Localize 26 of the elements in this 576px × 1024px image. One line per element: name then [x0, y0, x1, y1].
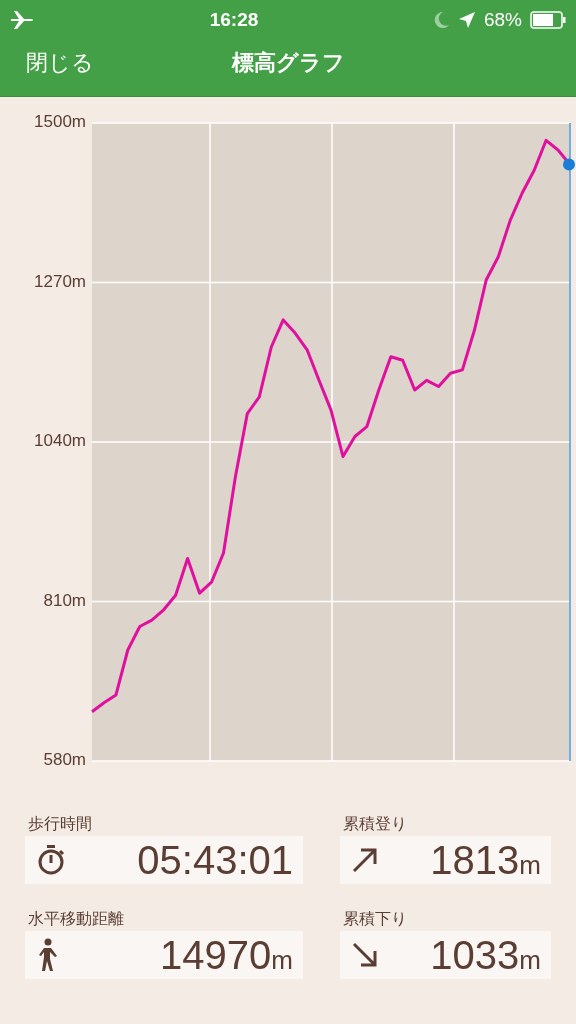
close-button[interactable]: 閉じる — [26, 48, 94, 78]
down-right-arrow-icon — [352, 942, 378, 968]
axis-label: 580m — [43, 750, 86, 770]
stat-value: 14970m — [160, 932, 293, 978]
stopwatch-icon — [37, 844, 65, 876]
stat-value: 1813m — [430, 837, 541, 883]
airplane-icon — [10, 10, 34, 30]
axis-label: 1500m — [34, 112, 86, 132]
location-arrow-icon — [457, 11, 476, 29]
axis-label: 810m — [43, 591, 86, 610]
battery-percent: 68% — [483, 9, 522, 31]
stat-value: 05:43:01 — [137, 837, 293, 883]
axis-label: 1270m — [34, 272, 86, 291]
moon-icon — [433, 11, 450, 29]
stat-label: 累積下り — [342, 910, 408, 928]
axis-label: 1040m — [34, 431, 86, 451]
up-right-arrow-icon — [352, 847, 378, 873]
nav-title: 標高グラフ — [231, 49, 345, 77]
status-time: 16:28 — [208, 9, 260, 31]
stat-value: 1033m — [430, 932, 541, 978]
stat-label: 歩行時間 — [27, 815, 93, 833]
stat-label: 累積登り — [342, 815, 408, 833]
position-cursor[interactable] — [563, 122, 575, 762]
stat-label: 水平移動距離 — [27, 910, 125, 928]
battery-icon — [530, 11, 566, 29]
walking-person-icon — [37, 938, 59, 972]
